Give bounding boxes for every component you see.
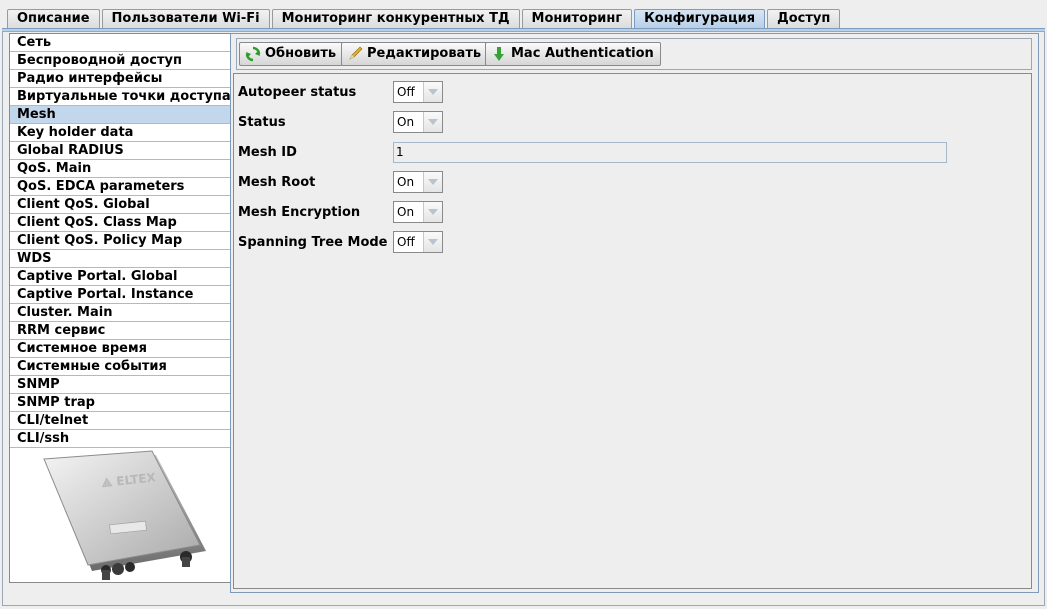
chevron-down-icon bbox=[423, 202, 442, 222]
spanning-tree-mode-label: Spanning Tree Mode bbox=[238, 234, 388, 250]
sidebar-item-client-qos-policy-map[interactable]: Client QoS. Policy Map bbox=[10, 232, 232, 250]
download-arrow-icon bbox=[491, 46, 507, 62]
mac-authentication-button[interactable]: Mac Authentication bbox=[485, 42, 661, 66]
mesh-root-label: Mesh Root bbox=[238, 174, 316, 190]
mac-authentication-button-label: Mac Authentication bbox=[511, 46, 654, 61]
sidebar-item-key-holder-data[interactable]: Key holder data bbox=[10, 124, 232, 142]
sidebar-item-client-qos-global[interactable]: Client QoS. Global bbox=[10, 196, 232, 214]
sidebar-item-snmp-trap[interactable]: SNMP trap bbox=[10, 394, 232, 412]
sidebar-item-virtual-aps[interactable]: Виртуальные точки доступа bbox=[10, 88, 232, 106]
autopeer-status-label: Autopeer status bbox=[238, 84, 357, 100]
chevron-down-icon bbox=[423, 172, 442, 192]
edit-button-label: Редактировать bbox=[367, 46, 482, 61]
mesh-root-value: On bbox=[397, 175, 415, 189]
autopeer-status-row: Autopeer status Off bbox=[238, 80, 443, 104]
tab-monitoring[interactable]: Мониторинг bbox=[521, 9, 633, 28]
sidebar-item-snmp[interactable]: SNMP bbox=[10, 376, 232, 394]
status-select[interactable]: On bbox=[393, 111, 443, 133]
tab-access[interactable]: Доступ bbox=[767, 9, 841, 28]
mesh-id-field[interactable]: 1 bbox=[393, 141, 947, 163]
refresh-button[interactable]: Обновить bbox=[239, 42, 344, 66]
tab-bar: Описание Пользователи Wi-Fi Мониторинг к… bbox=[7, 9, 842, 29]
mesh-root-row: Mesh Root On bbox=[238, 170, 443, 194]
sidebar-item-client-qos-class-map[interactable]: Client QoS. Class Map bbox=[10, 214, 232, 232]
status-label: Status bbox=[238, 114, 286, 130]
tab-competitor-ap-monitoring[interactable]: Мониторинг конкурентных ТД bbox=[271, 9, 520, 28]
sidebar-item-system-time[interactable]: Системное время bbox=[10, 340, 232, 358]
device-image: ⟁ ELTEX bbox=[10, 449, 232, 582]
mesh-id-row: Mesh ID 1 bbox=[238, 140, 947, 164]
mesh-settings-panel: Autopeer status Off Status On Mesh ID 1 … bbox=[233, 73, 1032, 589]
pencil-icon bbox=[347, 46, 363, 62]
mesh-encryption-row: Mesh Encryption On bbox=[238, 200, 443, 224]
sidebar-item-qos-edca[interactable]: QoS. EDCA parameters bbox=[10, 178, 232, 196]
mesh-encryption-label: Mesh Encryption bbox=[238, 204, 361, 220]
status-row: Status On bbox=[238, 110, 443, 134]
sidebar-item-cli-telnet[interactable]: CLI/telnet bbox=[10, 412, 232, 430]
sidebar-item-global-radius[interactable]: Global RADIUS bbox=[10, 142, 232, 160]
tab-description[interactable]: Описание bbox=[7, 9, 100, 28]
mesh-encryption-select[interactable]: On bbox=[393, 201, 443, 223]
status-value: On bbox=[397, 115, 415, 129]
chevron-down-icon bbox=[423, 82, 442, 102]
mesh-id-label: Mesh ID bbox=[238, 144, 297, 160]
sidebar-item-cluster-main[interactable]: Cluster. Main bbox=[10, 304, 232, 322]
sidebar-item-cli-ssh[interactable]: CLI/ssh bbox=[10, 430, 232, 448]
spanning-tree-mode-select[interactable]: Off bbox=[393, 231, 443, 253]
sidebar-item-captive-portal-global[interactable]: Captive Portal. Global bbox=[10, 268, 232, 286]
chevron-down-icon bbox=[423, 112, 442, 132]
chevron-down-icon bbox=[423, 232, 442, 252]
spanning-tree-mode-value: Off bbox=[397, 235, 415, 249]
mesh-root-select[interactable]: On bbox=[393, 171, 443, 193]
sidebar-item-rrm-service[interactable]: RRM сервис bbox=[10, 322, 232, 340]
tab-wifi-users[interactable]: Пользователи Wi-Fi bbox=[101, 9, 270, 28]
refresh-button-label: Обновить bbox=[265, 46, 337, 61]
tab-configuration[interactable]: Конфигурация bbox=[634, 9, 766, 28]
sidebar-item-wireless-access[interactable]: Беспроводной доступ bbox=[10, 52, 232, 70]
sidebar-item-system-events[interactable]: Системные события bbox=[10, 358, 232, 376]
spanning-tree-mode-row: Spanning Tree Mode Off bbox=[238, 230, 443, 254]
sidebar-item-radio-interfaces[interactable]: Радио интерфейсы bbox=[10, 70, 232, 88]
sidebar-item-qos-main[interactable]: QoS. Main bbox=[10, 160, 232, 178]
sidebar-item-captive-portal-instance[interactable]: Captive Portal. Instance bbox=[10, 286, 232, 304]
sidebar: Сеть Беспроводной доступ Радио интерфейс… bbox=[9, 33, 233, 583]
toolbar: Обновить Редактировать Mac Authenticatio… bbox=[236, 38, 1032, 70]
autopeer-status-select[interactable]: Off bbox=[393, 81, 443, 103]
sidebar-item-mesh[interactable]: Mesh bbox=[10, 106, 232, 124]
edit-button[interactable]: Редактировать bbox=[341, 42, 489, 66]
refresh-icon bbox=[245, 46, 261, 62]
mesh-encryption-value: On bbox=[397, 205, 415, 219]
autopeer-status-value: Off bbox=[397, 85, 415, 99]
main-panel: Обновить Редактировать Mac Authenticatio… bbox=[230, 33, 1039, 593]
sidebar-item-network[interactable]: Сеть bbox=[10, 34, 232, 52]
sidebar-item-wds[interactable]: WDS bbox=[10, 250, 232, 268]
